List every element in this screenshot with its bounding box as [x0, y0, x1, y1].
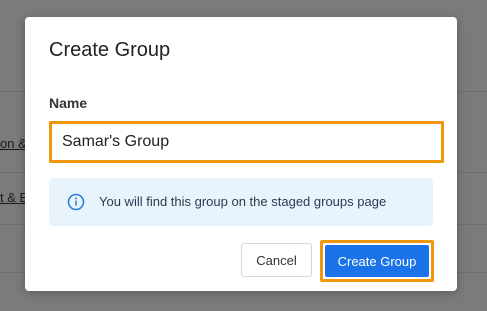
name-label: Name: [49, 95, 88, 111]
create-group-button-focus-ring: Create Group: [320, 240, 434, 282]
background-link: on &: [0, 136, 27, 151]
create-group-dialog: Create Group Name You will find this gro…: [25, 17, 457, 291]
create-group-button[interactable]: Create Group: [325, 245, 429, 277]
background-link: t & E: [0, 190, 29, 205]
group-name-input[interactable]: [49, 121, 444, 163]
info-circle-icon: [67, 193, 85, 211]
info-message: You will find this group on the staged g…: [49, 178, 433, 226]
dialog-title: Create Group: [49, 39, 171, 61]
info-text: You will find this group on the staged g…: [99, 194, 387, 209]
cancel-button[interactable]: Cancel: [241, 243, 312, 277]
